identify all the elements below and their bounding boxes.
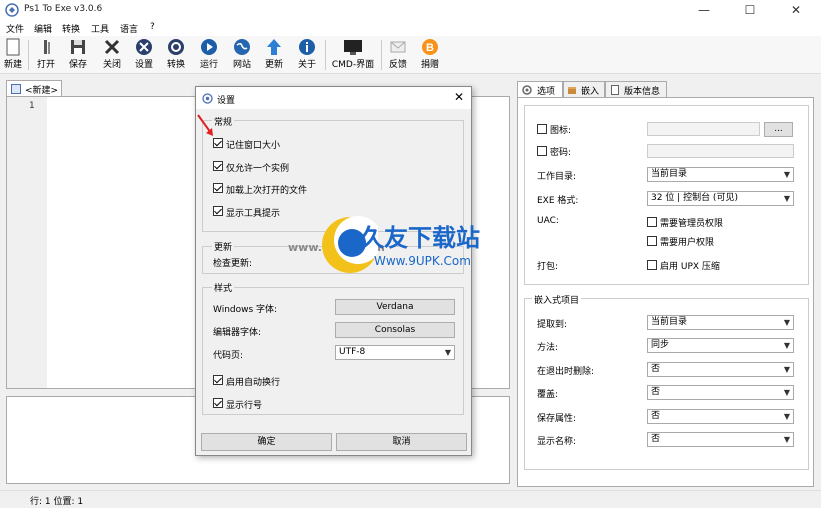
options-panel: 图标: ... 密码: 工作目录: 当前目录 ▼ EXE 格式: 32 位 | 控… [517,97,814,487]
maximize-button[interactable]: ☐ [727,0,773,20]
require-user-checkbox[interactable] [647,236,657,246]
tab-embed[interactable]: 嵌入 [563,81,605,97]
method-select[interactable]: 同步 ▼ [647,338,794,353]
open-folder-icon [44,40,50,54]
password-field[interactable] [647,144,794,158]
status-bar: 行: 1 位置: 1 [0,490,821,508]
close-x-icon [104,39,120,55]
settings-gear-icon [202,93,213,104]
load-last-file-checkbox[interactable] [213,183,223,193]
windows-font-button[interactable]: Verdana [335,299,455,315]
chevron-down-icon: ▼ [783,435,790,444]
tab-options[interactable]: 选项 [517,81,563,98]
up-arrow-icon [267,39,281,55]
menu-convert[interactable]: 转换 [62,22,80,35]
editor-font-button[interactable]: Consolas [335,322,455,338]
convert-button[interactable]: 转换 [164,38,188,72]
icon-path-field[interactable] [647,122,760,136]
bitcoin-icon: B [422,39,438,55]
app-icon [5,3,19,17]
window-title: Ps1 To Exe v3.0.6 [24,4,103,14]
menu-bar: 文件 编辑 转换 工具 语言 ? [0,20,821,36]
cancel-button[interactable]: 取消 [336,433,467,451]
tools-icon [136,39,152,55]
mail-icon [390,41,406,53]
dialog-close-button[interactable]: ✕ [454,90,464,104]
chevron-down-icon: ▼ [783,341,790,350]
info-icon [299,39,315,55]
toolbar: 新建 打开 保存 关闭 设置 转换 运行 网站 更新 关于 CMD-界面 反馈 … [0,36,821,74]
dialog-title-bar: 设置 ✕ [196,87,471,109]
icon-checkbox[interactable] [537,124,547,134]
delete-on-exit-select[interactable]: 否 ▼ [647,362,794,377]
show-tooltips-checkbox[interactable] [213,206,223,216]
chevron-down-icon: ▼ [783,318,790,327]
feedback-button[interactable]: 反馈 [386,38,410,72]
console-icon [344,40,362,55]
chevron-down-icon: ▼ [444,348,451,357]
status-position: 行: 1 位置: 1 [30,497,84,507]
title-bar: Ps1 To Exe v3.0.6 — ☐ ✕ [0,0,821,20]
donate-button[interactable]: B 捐赠 [418,38,442,72]
red-arrow-annotation-icon [197,114,213,136]
script-file-icon [11,84,21,94]
open-button[interactable]: 打开 [34,38,58,72]
cmd-interface-button[interactable]: CMD-界面 [330,38,376,72]
tab-new-document[interactable]: <新建> [6,80,62,96]
line-number-gutter: 1 [7,97,47,388]
show-line-numbers-checkbox[interactable] [213,398,223,408]
remember-size-checkbox[interactable] [213,138,223,148]
dialog-title: 设置 [217,96,236,106]
menu-edit[interactable]: 编辑 [34,22,52,35]
require-admin-checkbox[interactable] [647,217,657,227]
chevron-down-icon: ▼ [783,365,790,374]
exe-format-select[interactable]: 32 位 | 控制台 (可见) ▼ [647,191,794,206]
ok-button[interactable]: 确定 [201,433,332,451]
website-button[interactable]: 网站 [230,38,254,72]
menu-file[interactable]: 文件 [6,22,24,35]
document-icon [611,85,619,95]
upx-checkbox[interactable] [647,260,657,270]
play-icon [201,39,217,55]
globe-icon [234,39,250,55]
new-button[interactable]: 新建 [2,38,24,72]
gear-icon [522,85,532,95]
tab-label: <新建> [25,86,59,96]
package-icon [568,87,576,94]
single-instance-checkbox[interactable] [213,161,223,171]
word-wrap-checkbox[interactable] [213,375,223,385]
close-window-button[interactable]: ✕ [773,0,819,20]
password-checkbox[interactable] [537,146,547,156]
line-number: 1 [29,101,35,111]
minimize-button[interactable]: — [681,0,727,20]
watermark-url: Www.9UPK.Com [374,254,471,268]
browse-icon-button[interactable]: ... [764,122,793,137]
save-button[interactable]: 保存 [66,38,90,72]
save-icon [71,40,85,54]
chevron-down-icon: ▼ [783,412,790,421]
svg-text:B: B [426,42,434,54]
chevron-down-icon: ▼ [783,170,790,179]
extract-to-select[interactable]: 当前目录 ▼ [647,315,794,330]
chevron-down-icon: ▼ [783,388,790,397]
gear-icon [168,39,184,55]
close-file-button[interactable]: 关闭 [100,38,124,72]
settings-button[interactable]: 设置 [132,38,156,72]
tab-version-info[interactable]: 版本信息 [605,81,667,97]
codepage-select[interactable]: UTF-8 ▼ [335,345,455,360]
menu-language[interactable]: 语言 [120,22,138,35]
update-button[interactable]: 更新 [262,38,286,72]
overwrite-select[interactable]: 否 ▼ [647,385,794,400]
keep-attributes-select[interactable]: 否 ▼ [647,409,794,424]
run-button[interactable]: 运行 [197,38,221,72]
menu-tools[interactable]: 工具 [91,22,109,35]
chevron-down-icon: ▼ [783,194,790,203]
menu-help[interactable]: ? [150,22,155,32]
watermark-logo: www.9UPK.com 久友下载站 Www.9UPK.Com [288,210,500,285]
watermark-brand: 久友下载站 [360,224,480,252]
about-button[interactable]: 关于 [295,38,319,72]
workdir-select[interactable]: 当前目录 ▼ [647,167,794,182]
new-file-icon [6,38,20,56]
show-name-select[interactable]: 否 ▼ [647,432,794,447]
